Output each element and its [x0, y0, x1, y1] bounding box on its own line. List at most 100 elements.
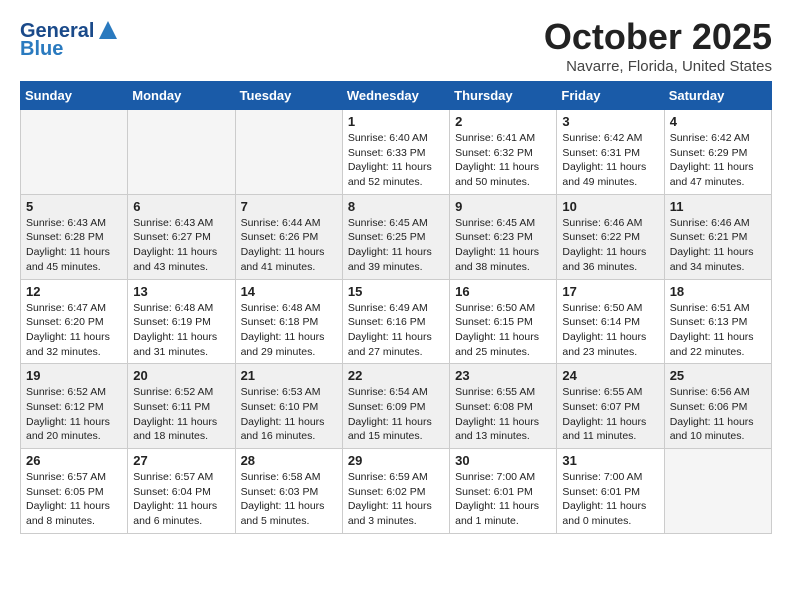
weekday-header: Sunday	[21, 82, 128, 110]
calendar-cell: 17 Sunrise: 6:50 AM Sunset: 6:14 PM Dayli…	[557, 279, 664, 364]
day-number: 24	[562, 368, 658, 383]
calendar-cell: 24 Sunrise: 6:55 AM Sunset: 6:07 PM Dayli…	[557, 364, 664, 449]
page-container: General Blue October 2025 Navarre, Flori…	[0, 0, 792, 550]
calendar-week-row: 26 Sunrise: 6:57 AM Sunset: 6:05 PM Dayli…	[21, 449, 772, 534]
day-info: Sunrise: 6:47 AM Sunset: 6:20 PM Dayligh…	[26, 301, 122, 360]
day-number: 9	[455, 199, 551, 214]
day-number: 8	[348, 199, 444, 214]
calendar-cell: 8 Sunrise: 6:45 AM Sunset: 6:25 PM Daylig…	[342, 194, 449, 279]
day-info: Sunrise: 6:52 AM Sunset: 6:12 PM Dayligh…	[26, 385, 122, 444]
day-info: Sunrise: 6:49 AM Sunset: 6:16 PM Dayligh…	[348, 301, 444, 360]
day-info: Sunrise: 6:58 AM Sunset: 6:03 PM Dayligh…	[241, 470, 337, 529]
day-info: Sunrise: 6:42 AM Sunset: 6:31 PM Dayligh…	[562, 131, 658, 190]
calendar-cell: 18 Sunrise: 6:51 AM Sunset: 6:13 PM Dayli…	[664, 279, 771, 364]
day-info: Sunrise: 6:48 AM Sunset: 6:19 PM Dayligh…	[133, 301, 229, 360]
day-number: 14	[241, 284, 337, 299]
day-info: Sunrise: 6:46 AM Sunset: 6:22 PM Dayligh…	[562, 216, 658, 275]
calendar-cell: 3Sunrise: 6:42 AM Sunset: 6:31 PM Daylig…	[557, 110, 664, 195]
day-info: Sunrise: 6:50 AM Sunset: 6:15 PM Dayligh…	[455, 301, 551, 360]
day-number: 5	[26, 199, 122, 214]
day-info: Sunrise: 6:45 AM Sunset: 6:23 PM Dayligh…	[455, 216, 551, 275]
calendar-week-row: 12 Sunrise: 6:47 AM Sunset: 6:20 PM Dayli…	[21, 279, 772, 364]
month-title: October 2025	[544, 16, 772, 58]
day-number: 18	[670, 284, 766, 299]
day-number: 25	[670, 368, 766, 383]
day-info: Sunrise: 6:56 AM Sunset: 6:06 PM Dayligh…	[670, 385, 766, 444]
day-info: Sunrise: 6:48 AM Sunset: 6:18 PM Dayligh…	[241, 301, 337, 360]
day-number: 21	[241, 368, 337, 383]
day-number: 17	[562, 284, 658, 299]
day-info: Sunrise: 6:43 AM Sunset: 6:27 PM Dayligh…	[133, 216, 229, 275]
day-info: Sunrise: 6:41 AM Sunset: 6:32 PM Dayligh…	[455, 131, 551, 190]
day-number: 19	[26, 368, 122, 383]
day-number: 16	[455, 284, 551, 299]
calendar-cell: 20Sunrise: 6:52 AM Sunset: 6:11 PM Dayli…	[128, 364, 235, 449]
day-number: 30	[455, 453, 551, 468]
weekday-header: Monday	[128, 82, 235, 110]
calendar-week-row: 1 Sunrise: 6:40 AM Sunset: 6:33 PM Daylig…	[21, 110, 772, 195]
calendar-cell: 29Sunrise: 6:59 AM Sunset: 6:02 PM Dayli…	[342, 449, 449, 534]
calendar-cell: 12 Sunrise: 6:47 AM Sunset: 6:20 PM Dayli…	[21, 279, 128, 364]
weekday-header: Saturday	[664, 82, 771, 110]
day-number: 15	[348, 284, 444, 299]
day-number: 10	[562, 199, 658, 214]
calendar-cell: 14 Sunrise: 6:48 AM Sunset: 6:18 PM Dayli…	[235, 279, 342, 364]
calendar-cell: 4 Sunrise: 6:42 AM Sunset: 6:29 PM Daylig…	[664, 110, 771, 195]
calendar-cell: 7Sunrise: 6:44 AM Sunset: 6:26 PM Daylig…	[235, 194, 342, 279]
calendar-cell: 25 Sunrise: 6:56 AM Sunset: 6:06 PM Dayli…	[664, 364, 771, 449]
calendar-cell: 13 Sunrise: 6:48 AM Sunset: 6:19 PM Dayli…	[128, 279, 235, 364]
calendar-cell: 15 Sunrise: 6:49 AM Sunset: 6:16 PM Dayli…	[342, 279, 449, 364]
calendar-header-row: SundayMondayTuesdayWednesdayThursdayFrid…	[21, 82, 772, 110]
calendar-cell: 31 Sunrise: 7:00 AM Sunset: 6:01 PM Dayli…	[557, 449, 664, 534]
day-number: 4	[670, 114, 766, 129]
calendar-cell: 6Sunrise: 6:43 AM Sunset: 6:27 PM Daylig…	[128, 194, 235, 279]
calendar-cell: 27Sunrise: 6:57 AM Sunset: 6:04 PM Dayli…	[128, 449, 235, 534]
calendar-cell	[21, 110, 128, 195]
day-number: 2	[455, 114, 551, 129]
calendar-cell: 19 Sunrise: 6:52 AM Sunset: 6:12 PM Dayli…	[21, 364, 128, 449]
calendar-week-row: 5 Sunrise: 6:43 AM Sunset: 6:28 PM Daylig…	[21, 194, 772, 279]
day-info: Sunrise: 6:55 AM Sunset: 6:08 PM Dayligh…	[455, 385, 551, 444]
logo-icon	[97, 19, 119, 41]
calendar-cell: 30 Sunrise: 7:00 AM Sunset: 6:01 PM Dayli…	[450, 449, 557, 534]
calendar-cell: 1 Sunrise: 6:40 AM Sunset: 6:33 PM Daylig…	[342, 110, 449, 195]
day-info: Sunrise: 6:42 AM Sunset: 6:29 PM Dayligh…	[670, 131, 766, 190]
calendar-cell: 21 Sunrise: 6:53 AM Sunset: 6:10 PM Dayli…	[235, 364, 342, 449]
day-number: 13	[133, 284, 229, 299]
logo: General Blue	[20, 20, 119, 60]
day-number: 12	[26, 284, 122, 299]
weekday-header: Thursday	[450, 82, 557, 110]
day-number: 28	[241, 453, 337, 468]
header: General Blue October 2025 Navarre, Flori…	[20, 16, 772, 75]
calendar-cell: 2 Sunrise: 6:41 AM Sunset: 6:32 PM Daylig…	[450, 110, 557, 195]
day-info: Sunrise: 6:40 AM Sunset: 6:33 PM Dayligh…	[348, 131, 444, 190]
day-info: Sunrise: 6:45 AM Sunset: 6:25 PM Dayligh…	[348, 216, 444, 275]
calendar-table: SundayMondayTuesdayWednesdayThursdayFrid…	[20, 81, 772, 534]
day-number: 11	[670, 199, 766, 214]
day-number: 26	[26, 453, 122, 468]
day-info: Sunrise: 6:46 AM Sunset: 6:21 PM Dayligh…	[670, 216, 766, 275]
day-info: Sunrise: 6:50 AM Sunset: 6:14 PM Dayligh…	[562, 301, 658, 360]
day-info: Sunrise: 7:00 AM Sunset: 6:01 PM Dayligh…	[455, 470, 551, 529]
calendar-cell: 9 Sunrise: 6:45 AM Sunset: 6:23 PM Daylig…	[450, 194, 557, 279]
weekday-header: Wednesday	[342, 82, 449, 110]
day-number: 22	[348, 368, 444, 383]
day-number: 20	[133, 368, 229, 383]
day-number: 1	[348, 114, 444, 129]
day-info: Sunrise: 6:53 AM Sunset: 6:10 PM Dayligh…	[241, 385, 337, 444]
day-info: Sunrise: 6:57 AM Sunset: 6:05 PM Dayligh…	[26, 470, 122, 529]
day-number: 31	[562, 453, 658, 468]
day-info: Sunrise: 6:43 AM Sunset: 6:28 PM Dayligh…	[26, 216, 122, 275]
calendar-cell	[664, 449, 771, 534]
title-block: October 2025 Navarre, Florida, United St…	[544, 16, 772, 75]
calendar-cell: 11 Sunrise: 6:46 AM Sunset: 6:21 PM Dayli…	[664, 194, 771, 279]
day-info: Sunrise: 6:55 AM Sunset: 6:07 PM Dayligh…	[562, 385, 658, 444]
day-number: 29	[348, 453, 444, 468]
weekday-header: Friday	[557, 82, 664, 110]
day-info: Sunrise: 7:00 AM Sunset: 6:01 PM Dayligh…	[562, 470, 658, 529]
calendar-cell: 10 Sunrise: 6:46 AM Sunset: 6:22 PM Dayli…	[557, 194, 664, 279]
day-info: Sunrise: 6:51 AM Sunset: 6:13 PM Dayligh…	[670, 301, 766, 360]
day-info: Sunrise: 6:57 AM Sunset: 6:04 PM Dayligh…	[133, 470, 229, 529]
day-number: 23	[455, 368, 551, 383]
day-info: Sunrise: 6:44 AM Sunset: 6:26 PM Dayligh…	[241, 216, 337, 275]
